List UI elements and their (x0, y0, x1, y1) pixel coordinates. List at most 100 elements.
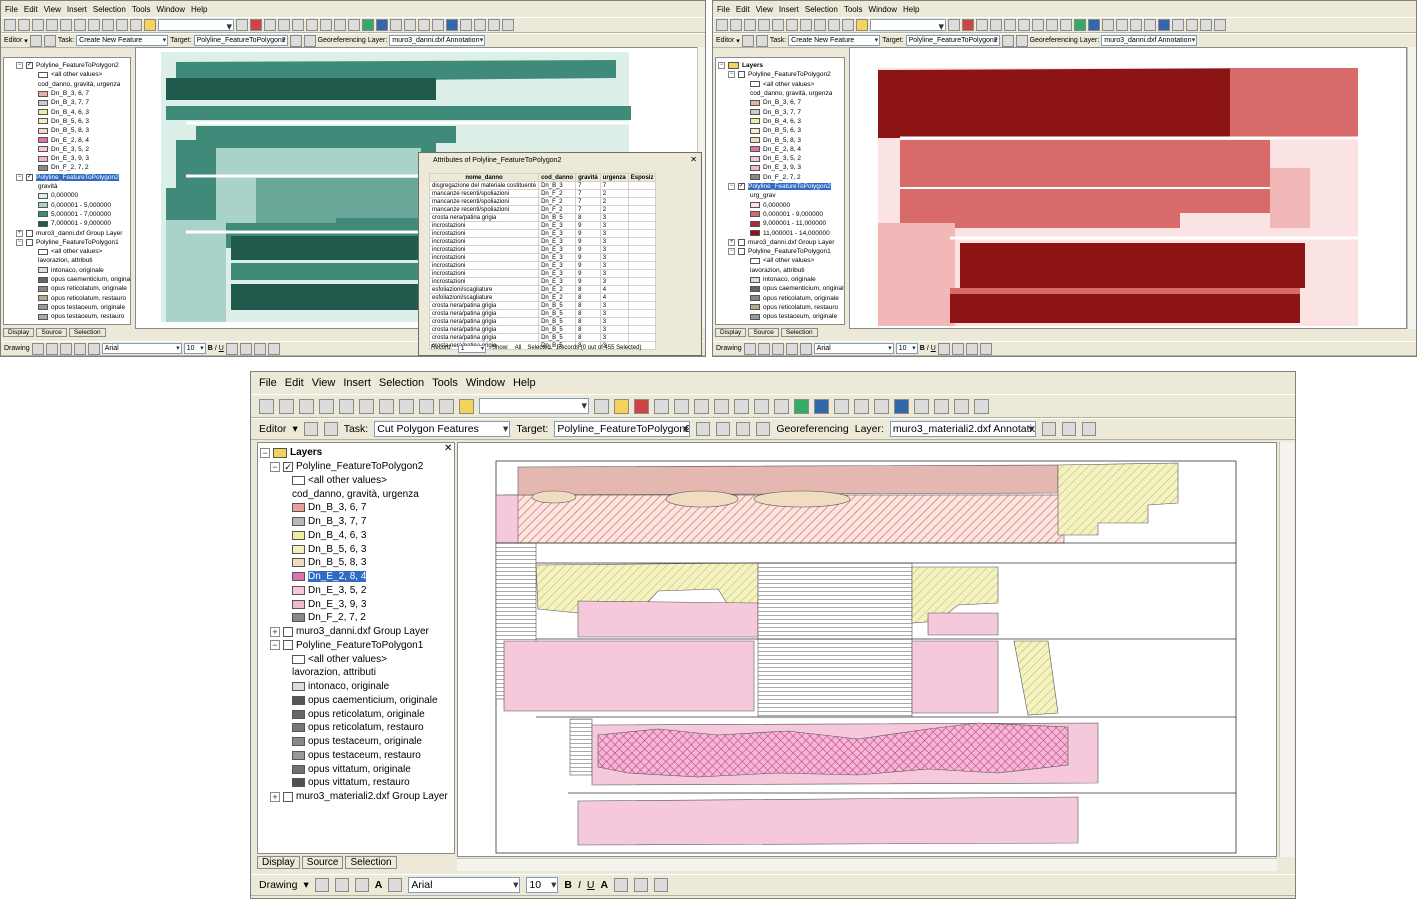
drawing-menu[interactable]: Drawing (4, 345, 30, 352)
tab-source[interactable]: Source (748, 328, 779, 337)
expand-icon[interactable]: + (728, 238, 735, 246)
underline-button[interactable]: U (219, 345, 224, 352)
delete-icon[interactable] (399, 398, 414, 414)
toc-legend-row[interactable]: Dn_E_3, 5, 2 (38, 145, 89, 154)
expand-icon[interactable]: + (16, 229, 23, 237)
map-vertical-scrollbar[interactable] (1279, 442, 1294, 857)
line-color-icon[interactable] (634, 878, 649, 892)
find-icon[interactable] (460, 19, 472, 31)
toc-legend-row[interactable]: Dn_B_3, 7, 7 (292, 515, 366, 529)
scale-combo[interactable] (158, 19, 234, 31)
toc-legend-row[interactable]: <all other values> (750, 256, 814, 265)
toc-legend-row[interactable]: Dn_B_5, 8, 3 (292, 556, 366, 570)
tab-source[interactable]: Source (301, 856, 344, 869)
map-view[interactable] (849, 47, 1407, 329)
toc-legend-row[interactable]: Dn_B_5, 8, 3 (38, 126, 89, 135)
tab-selection[interactable]: Selection (68, 328, 106, 337)
layer-visibility-checkbox[interactable] (26, 238, 33, 246)
menu-tools[interactable]: Tools (132, 5, 151, 14)
toc-legend-row[interactable]: cod_danno, gravità, urgenza (38, 80, 120, 89)
measure-icon[interactable] (1200, 19, 1212, 31)
python-icon[interactable] (976, 19, 988, 31)
toc-legend-row[interactable]: Dn_E_2, 8, 4 (750, 145, 801, 154)
toc-legend-row[interactable]: opus caementicium, originale (38, 275, 130, 284)
collapse-icon[interactable]: − (718, 62, 725, 70)
column-header[interactable]: cod_danno (538, 173, 577, 182)
toc-legend-row[interactable]: opus testaceum, restauro (292, 749, 421, 763)
menu-insert[interactable]: Insert (779, 5, 799, 14)
toc-legend-row[interactable]: 9,000001 - 11,000000 (750, 219, 826, 228)
toc-legend-row[interactable]: cod_danno, gravità, urgenza (292, 487, 419, 501)
layer-visibility-checkbox[interactable]: ✓ (26, 173, 33, 181)
arctoolbox-icon[interactable] (250, 19, 262, 31)
identify-icon[interactable] (894, 398, 909, 414)
fill-color-icon[interactable] (951, 342, 964, 355)
collapse-icon[interactable]: − (16, 173, 23, 181)
drawing-menu[interactable]: Drawing (259, 879, 298, 891)
table-row[interactable]: incrostazioni Dn_E_3 9 3 (428, 237, 657, 246)
menu-view[interactable]: View (312, 377, 336, 389)
toc-legend-row[interactable]: opus testaceum, originale (292, 735, 422, 749)
toc-layer-row[interactable]: − Polyline_FeatureToPolygon1 (270, 639, 423, 653)
go-to-xy-icon[interactable] (1186, 19, 1198, 31)
table-row[interactable]: incrostazioni Dn_E_3 9 3 (428, 277, 657, 286)
collapse-icon[interactable]: − (260, 447, 270, 458)
toc-legend-row[interactable]: Dn_B_3, 7, 7 (38, 98, 89, 107)
toc-legend-row[interactable]: <all other values> (292, 652, 387, 666)
hyperlink-icon[interactable] (1214, 19, 1226, 31)
collapse-icon[interactable]: − (270, 640, 280, 651)
collapse-icon[interactable]: − (16, 62, 23, 70)
font-color-icon[interactable] (937, 342, 950, 355)
cut-icon[interactable] (339, 398, 354, 414)
toc-layer-row[interactable]: + muro3_danni.dxf Group Layer (16, 228, 122, 237)
edit-tool-icon[interactable] (741, 34, 754, 47)
collapse-icon[interactable]: − (728, 248, 735, 256)
font-color-icon[interactable]: A (601, 879, 609, 891)
editor-menu[interactable]: Editor (259, 423, 286, 435)
column-header[interactable]: nome_danno (428, 173, 540, 182)
rectangle-icon[interactable] (771, 342, 784, 355)
toc-legend-row[interactable]: <all other values> (38, 247, 102, 256)
add-data-icon[interactable] (459, 398, 474, 414)
fixed-zoom-in-icon[interactable] (734, 398, 749, 414)
back-icon[interactable] (814, 398, 829, 414)
toc-legend-row[interactable]: Dn_B_3, 6, 7 (292, 501, 366, 515)
layer-visibility-checkbox[interactable] (738, 248, 745, 256)
target-combo[interactable]: Polyline_FeatureToPolygon2 (905, 35, 1000, 46)
sketch-tool-icon[interactable] (43, 34, 56, 47)
table-row[interactable]: incrostazioni Dn_E_3 9 3 (428, 261, 657, 270)
redo-icon[interactable] (130, 19, 142, 31)
fill-color-icon[interactable] (614, 878, 629, 892)
table-row[interactable]: incrostazioni Dn_E_3 9 3 (428, 221, 657, 230)
tab-display[interactable]: Display (257, 856, 300, 869)
toc-legend-row[interactable]: opus caementicium, originale (750, 284, 844, 293)
chevron-down-icon[interactable]: ▾ (292, 423, 297, 435)
sketch-properties-icon[interactable] (303, 34, 316, 47)
pan-icon[interactable] (348, 19, 360, 31)
collapse-icon[interactable]: − (270, 461, 280, 472)
close-icon[interactable]: ✕ (444, 443, 452, 454)
print-icon[interactable] (319, 398, 334, 414)
expand-icon[interactable]: + (270, 626, 280, 637)
toc-legend-row[interactable]: opus reticolatum, restauro (38, 294, 126, 303)
python-icon[interactable] (634, 398, 649, 414)
open-icon[interactable] (279, 398, 294, 414)
toc-legend-row[interactable]: 0,000001 - 5,000000 (38, 201, 111, 210)
line-icon[interactable] (388, 878, 403, 892)
identify-icon[interactable] (1158, 19, 1170, 31)
open-icon[interactable] (730, 19, 742, 31)
georeferencing-menu[interactable]: Georeferencing (318, 37, 366, 44)
chevron-down-icon[interactable]: ▾ (24, 37, 28, 45)
toc-legend-row[interactable]: opus caementicium, originale (292, 694, 438, 708)
toc-legend-row[interactable]: Dn_B_3, 7, 7 (750, 108, 801, 117)
attributes-icon[interactable] (289, 34, 302, 47)
map-vertical-scrollbar[interactable] (1407, 47, 1416, 329)
toc-legend-row[interactable]: <all other values> (292, 474, 387, 488)
scale-combo[interactable] (479, 398, 589, 414)
menu-view[interactable]: View (44, 5, 61, 14)
editor-toolbar-icon[interactable] (236, 19, 248, 31)
menu-file[interactable]: File (717, 5, 730, 14)
toc-legend-row[interactable]: lavorazion, attributi (292, 666, 376, 680)
toc-layer-row[interactable]: − ✓ Polyline_FeatureToPolygon2 (728, 182, 831, 191)
chevron-down-icon[interactable]: ▾ (736, 37, 740, 45)
